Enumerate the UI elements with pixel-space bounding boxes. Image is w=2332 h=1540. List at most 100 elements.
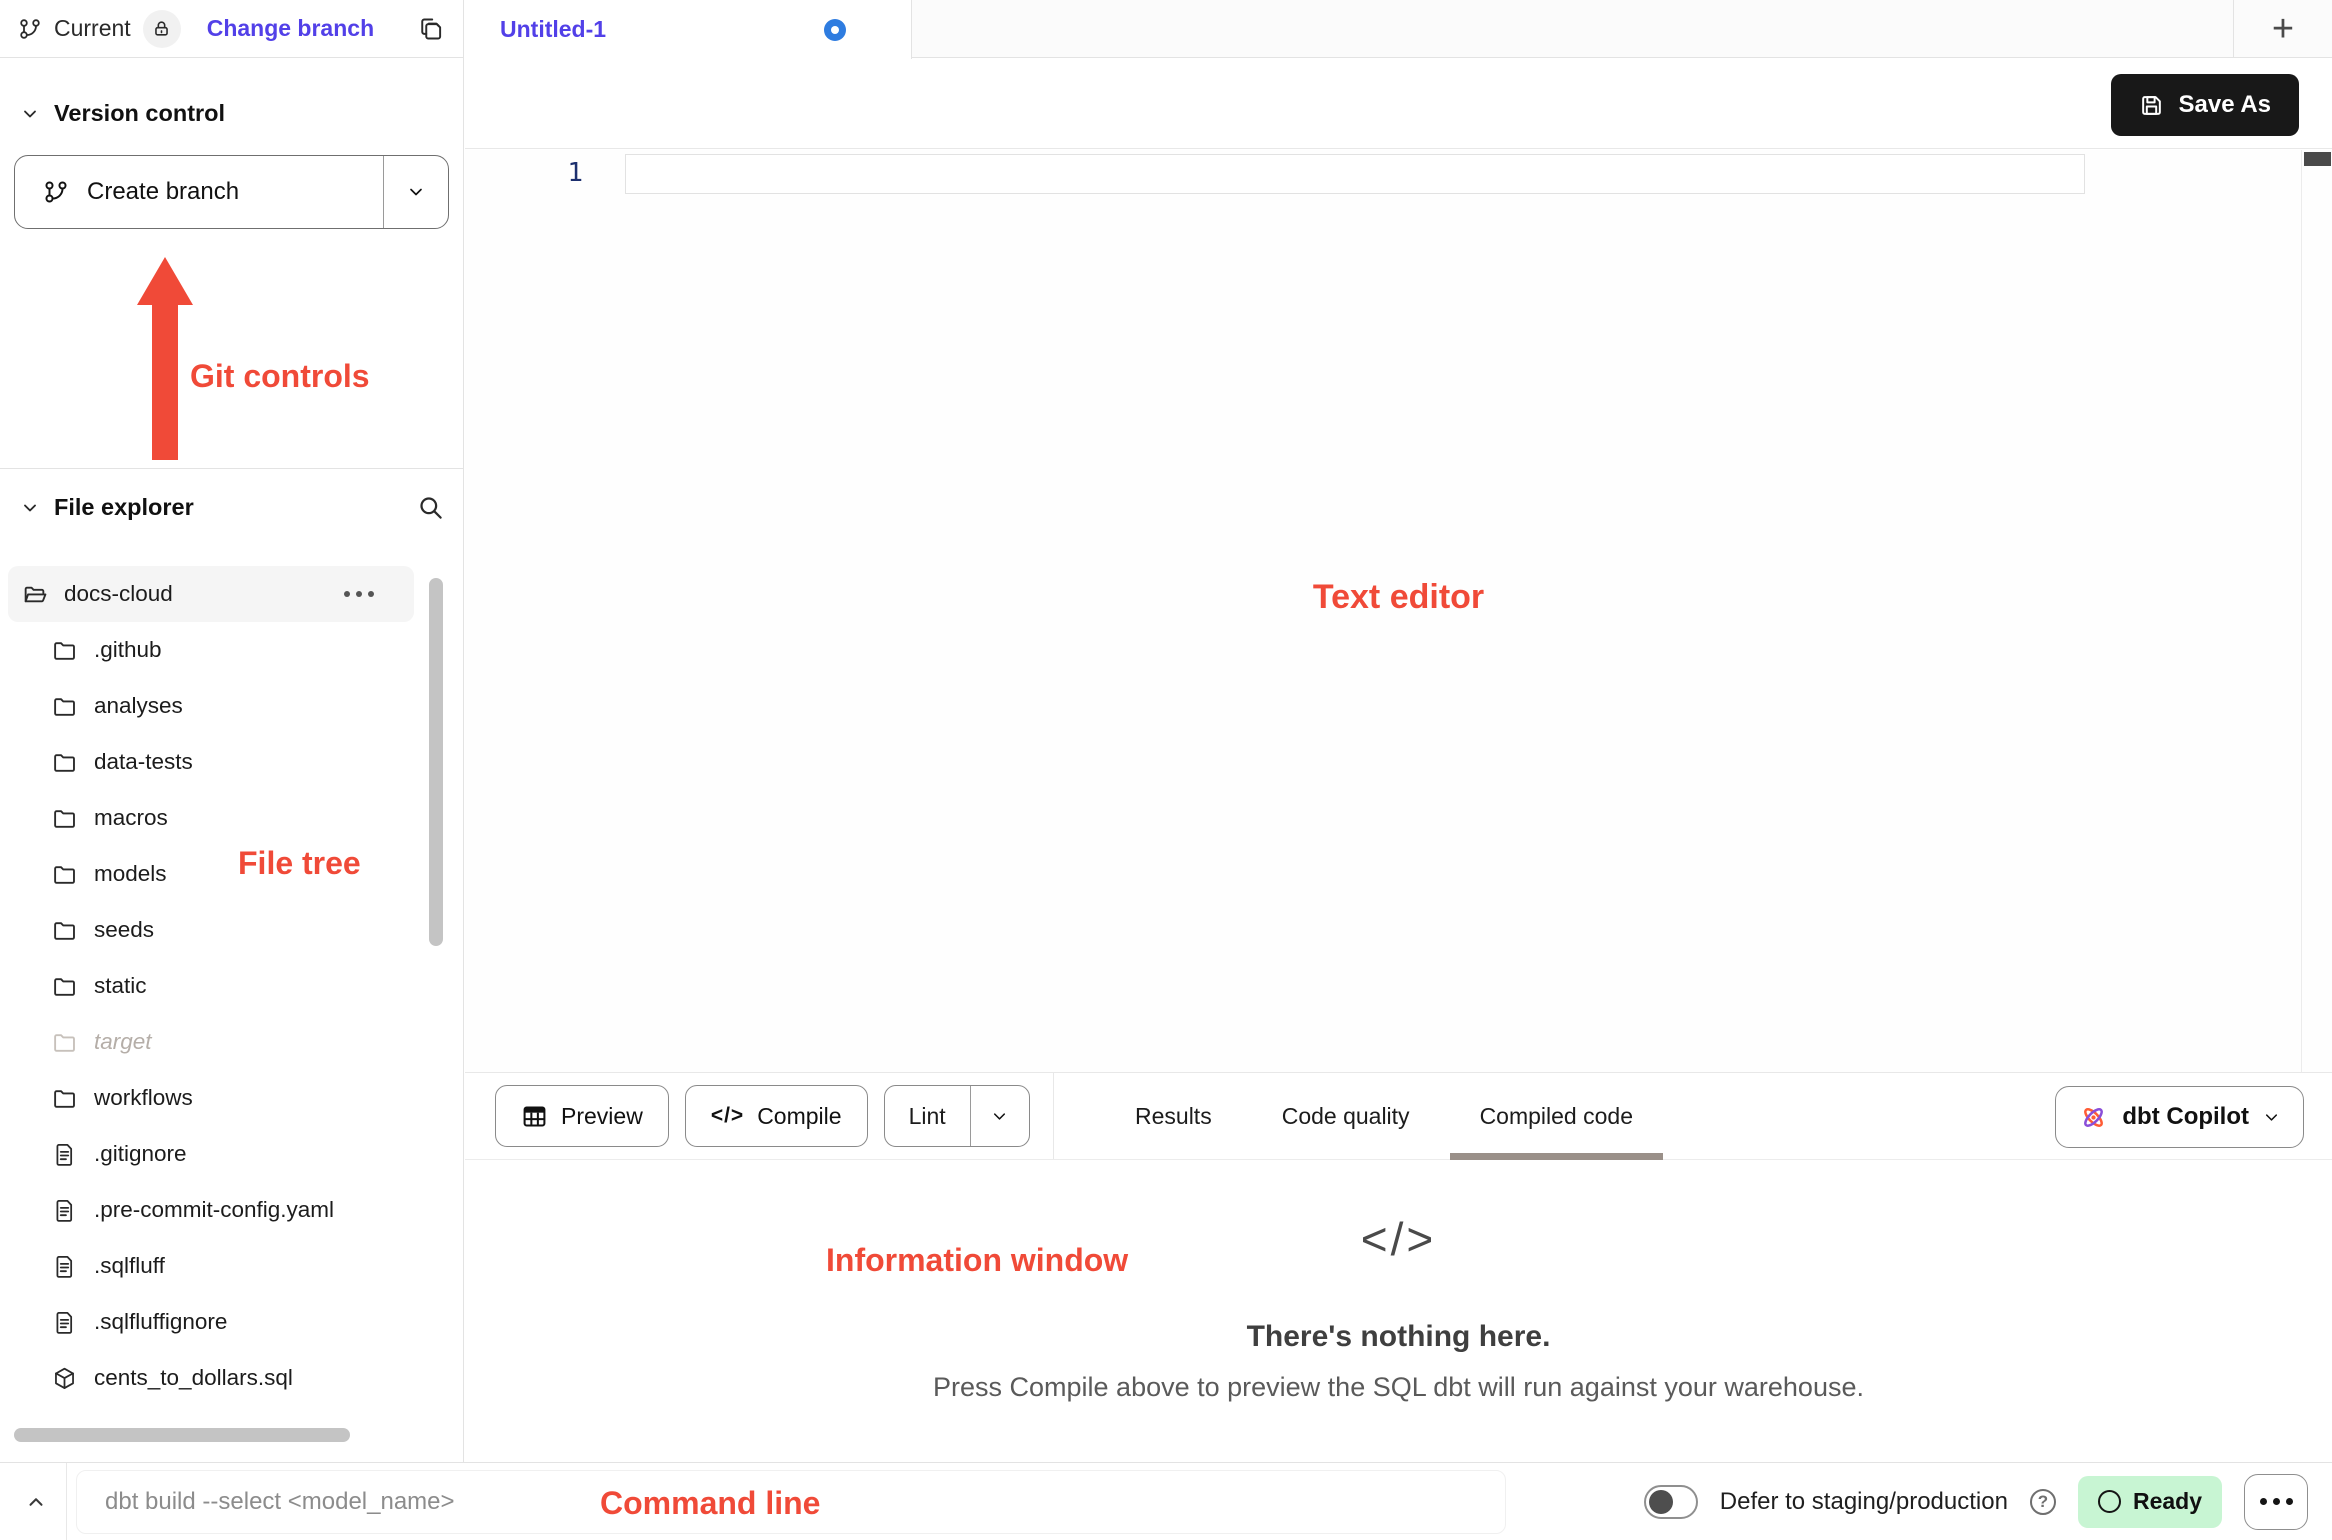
file-icon — [52, 1254, 77, 1279]
tree-row-file[interactable]: .sqlfluffignore — [8, 1294, 414, 1350]
tree-item-label: docs-cloud — [64, 581, 173, 607]
ready-label: Ready — [2133, 1488, 2202, 1515]
copy-icon[interactable] — [419, 16, 445, 42]
lint-button[interactable]: Lint — [885, 1086, 970, 1146]
active-line[interactable] — [625, 154, 2085, 194]
lint-split-button[interactable]: Lint — [884, 1085, 1030, 1147]
folder-icon — [52, 862, 77, 887]
tab-untitled-1[interactable]: Untitled-1 — [465, 0, 912, 59]
editor-tabstrip: Untitled-1 + — [465, 0, 2332, 58]
tree-item-label: .sqlfluff — [94, 1253, 165, 1279]
create-branch-main[interactable]: Create branch — [15, 156, 383, 228]
folder-icon — [52, 1086, 77, 1111]
file-tree-horizontal-scrollbar[interactable] — [14, 1428, 350, 1442]
lint-caret[interactable] — [971, 1086, 1029, 1146]
empty-state-title: There's nothing here. — [465, 1320, 2332, 1354]
annotation-command-line: Command line — [600, 1485, 820, 1522]
chevron-down-icon — [20, 104, 40, 124]
tree-row-folder[interactable]: data-tests — [8, 734, 414, 790]
dbt-copilot-button[interactable]: dbt Copilot — [2055, 1086, 2304, 1148]
version-control-title: Version control — [54, 100, 225, 127]
create-branch-button[interactable]: Create branch — [14, 155, 449, 229]
dbt-copilot-label: dbt Copilot — [2122, 1103, 2249, 1131]
information-window: </> Information window There's nothing h… — [465, 1160, 2332, 1462]
sidebar: Current Change branch Version control — [0, 0, 464, 1462]
file-tree: docs-cloud .github analyses data-tests m… — [8, 566, 414, 1406]
git-topbar: Current Change branch — [0, 0, 463, 58]
text-editor[interactable]: 1 Text editor — [465, 150, 2332, 1072]
tab-label: Untitled-1 — [500, 16, 606, 43]
row-actions-menu-icon[interactable] — [344, 591, 374, 597]
line-number: 1 — [465, 158, 583, 188]
dbt-ide-app: Current Change branch Version control — [0, 0, 2332, 1540]
defer-toggle[interactable] — [1644, 1485, 1698, 1519]
ready-status-badge: Ready — [2078, 1476, 2222, 1528]
git-branch-icon — [18, 17, 42, 41]
tree-row-file[interactable]: .gitignore — [8, 1126, 414, 1182]
file-explorer-header[interactable]: File explorer — [0, 494, 464, 521]
editor-toolbar: Save As — [465, 59, 2332, 149]
chevron-down-icon — [20, 498, 40, 518]
command-bar-divider — [66, 1463, 67, 1540]
tree-row-folder[interactable]: .github — [8, 622, 414, 678]
folder-icon — [52, 1030, 77, 1055]
create-branch-label: Create branch — [87, 178, 239, 206]
search-icon[interactable] — [417, 494, 444, 521]
tree-row-file[interactable]: .sqlfluff — [8, 1238, 414, 1294]
folder-icon — [52, 694, 77, 719]
version-control-header[interactable]: Version control — [0, 100, 463, 127]
tree-item-label: static — [94, 973, 147, 999]
tree-row-folder[interactable]: static — [8, 958, 414, 1014]
tree-item-label: .gitignore — [94, 1141, 187, 1167]
tree-item-label: models — [94, 861, 167, 887]
current-branch-label: Current — [54, 15, 131, 42]
save-icon — [2139, 93, 2164, 118]
tab-compiled-code[interactable]: Compiled code — [1450, 1073, 1663, 1159]
tree-row-docs-cloud[interactable]: docs-cloud — [8, 566, 414, 622]
tree-row-folder[interactable]: seeds — [8, 902, 414, 958]
editor-scrollbar-gutter — [2301, 150, 2302, 1072]
editor-scrollbar-thumb[interactable] — [2304, 152, 2331, 166]
tree-row-folder-target[interactable]: target — [8, 1014, 414, 1070]
compile-button[interactable]: </> Compile — [685, 1085, 868, 1147]
file-explorer-title: File explorer — [54, 494, 194, 521]
tree-row-folder[interactable]: macros — [8, 790, 414, 846]
annotation-arrow-head — [137, 257, 193, 305]
folder-icon — [52, 750, 77, 775]
tree-item-label: data-tests — [94, 749, 193, 775]
tree-row-folder[interactable]: analyses — [8, 678, 414, 734]
tree-item-label: analyses — [94, 693, 183, 719]
tree-row-folder[interactable]: workflows — [8, 1070, 414, 1126]
new-tab-button[interactable]: + — [2233, 0, 2332, 58]
save-as-button[interactable]: Save As — [2111, 74, 2299, 136]
preview-button[interactable]: Preview — [495, 1085, 669, 1147]
folder-open-icon — [22, 582, 47, 607]
code-brackets-icon: </> — [1361, 1212, 1437, 1266]
dbt-copilot-logo-icon — [2078, 1102, 2109, 1133]
save-as-label: Save As — [2178, 91, 2271, 119]
tab-results[interactable]: Results — [1105, 1073, 1242, 1159]
annotation-information-window: Information window — [826, 1242, 1128, 1279]
more-options-button[interactable] — [2244, 1474, 2308, 1530]
chevron-down-icon — [2262, 1108, 2281, 1127]
help-icon[interactable]: ? — [2030, 1489, 2056, 1515]
empty-state-subtitle: Press Compile above to preview the SQL d… — [465, 1372, 2332, 1403]
tree-item-label: .sqlfluffignore — [94, 1309, 227, 1335]
change-branch-link[interactable]: Change branch — [207, 15, 374, 42]
expand-command-panel-button[interactable] — [14, 1463, 58, 1540]
create-branch-caret[interactable] — [384, 156, 448, 228]
branch-lock-chip — [143, 10, 181, 48]
annotation-git-controls: Git controls — [190, 358, 370, 395]
file-icon — [52, 1310, 77, 1335]
tree-item-label: seeds — [94, 917, 154, 943]
tree-row-model[interactable]: cents_to_dollars.sql — [8, 1350, 414, 1406]
tab-code-quality[interactable]: Code quality — [1252, 1073, 1440, 1159]
defer-label: Defer to staging/production — [1720, 1488, 2008, 1516]
tree-item-label: macros — [94, 805, 168, 831]
folder-icon — [52, 918, 77, 943]
code-icon: </> — [711, 1104, 744, 1128]
tree-item-label: .pre-commit-config.yaml — [94, 1197, 334, 1223]
tree-row-file[interactable]: .pre-commit-config.yaml — [8, 1182, 414, 1238]
tree-item-label: .github — [94, 637, 162, 663]
file-tree-vertical-scrollbar[interactable] — [429, 578, 443, 946]
